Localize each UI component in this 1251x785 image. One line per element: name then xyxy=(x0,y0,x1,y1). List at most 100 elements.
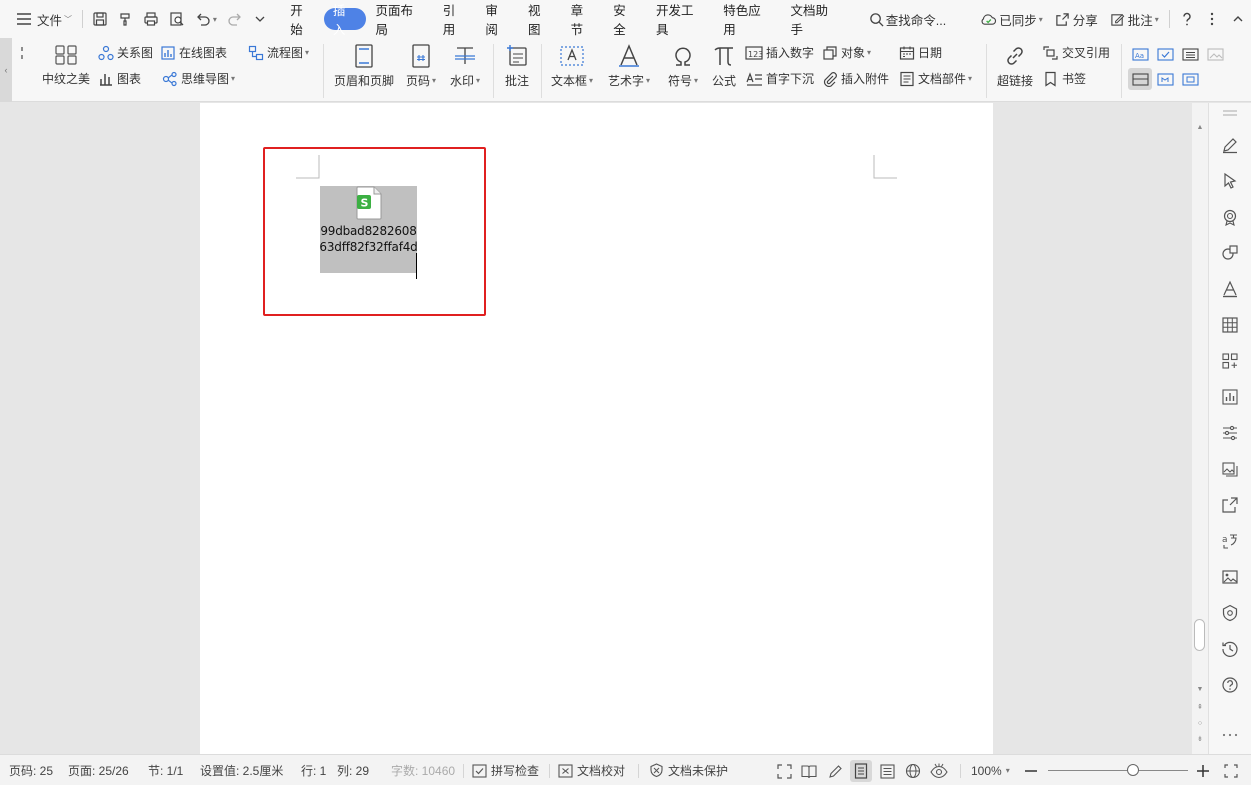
print-preview-button[interactable] xyxy=(164,7,190,31)
tab-5[interactable]: 视图 xyxy=(519,4,562,37)
formula-button[interactable]: 公式 xyxy=(708,44,740,89)
watermark-button[interactable]: 水印 ▾ xyxy=(446,44,484,89)
format-painter-button[interactable] xyxy=(113,7,139,31)
textbox-button[interactable]: 文本框 ▾ xyxy=(548,44,596,89)
content-control-text-button[interactable]: Aa xyxy=(1130,44,1150,64)
status-row[interactable]: 行: 1 xyxy=(301,755,326,785)
zoom-slider[interactable] xyxy=(1048,770,1188,771)
mindmap-button[interactable]: 思维导图 ▾ xyxy=(162,70,235,87)
more-options-button[interactable] xyxy=(1200,7,1226,31)
document-protection-button[interactable]: 文档未保护 xyxy=(649,755,728,785)
web-view-button[interactable] xyxy=(902,760,924,782)
dropcap-button[interactable]: 首字下沉 xyxy=(745,70,814,87)
page-number-button[interactable]: 页码 ▾ xyxy=(402,44,440,89)
status-page-number[interactable]: 页码: 25 xyxy=(9,755,53,785)
sidebar-material-button[interactable] xyxy=(1220,459,1240,479)
status-column[interactable]: 列: 29 xyxy=(337,755,369,785)
content-control-combo-button[interactable] xyxy=(1128,68,1152,90)
zoom-level-dropdown[interactable]: 100% ▾ xyxy=(971,755,1010,785)
embedded-attachment[interactable]: S 99dbad8282608 63dff82f32ffaf4d xyxy=(319,186,418,273)
document-page[interactable]: S 99dbad8282608 63dff82f32ffaf4d xyxy=(200,103,993,754)
symbol-button[interactable]: 符号 ▾ xyxy=(664,44,702,89)
tab-8[interactable]: 开发工具 xyxy=(647,4,714,37)
sync-status-button[interactable]: 已同步 ▾ xyxy=(974,7,1049,31)
customize-toolbar-button[interactable] xyxy=(247,7,273,31)
save-button[interactable] xyxy=(87,7,113,31)
status-word-count[interactable]: 字数: 10460 xyxy=(391,755,455,785)
hyperlink-button[interactable]: 超链接 xyxy=(994,44,1036,89)
zoom-in-button[interactable] xyxy=(1192,760,1214,782)
sidebar-more-button[interactable] xyxy=(1220,725,1240,745)
status-pages[interactable]: 页面: 25/26 xyxy=(68,755,129,785)
sidebar-badge-button[interactable] xyxy=(1220,207,1240,227)
page-view-button[interactable] xyxy=(850,760,872,782)
fullscreen-button[interactable] xyxy=(773,760,795,782)
write-mode-button[interactable] xyxy=(824,760,846,782)
vertical-scrollbar[interactable]: ▲ ▼ ⇞ ○ ⇟ xyxy=(1192,103,1208,754)
tab-9[interactable]: 特色应用 xyxy=(714,4,781,37)
tab-6[interactable]: 章节 xyxy=(562,4,605,37)
chart-button[interactable]: 图表 xyxy=(98,70,141,87)
content-control-checkbox-button[interactable] xyxy=(1155,44,1175,64)
scrollbar-thumb[interactable] xyxy=(1194,619,1205,651)
print-button[interactable] xyxy=(139,7,165,31)
search-command[interactable]: 查找命令... xyxy=(863,7,952,31)
tab-3[interactable]: 引用 xyxy=(434,4,477,37)
collapse-ribbon-button[interactable] xyxy=(1225,7,1251,31)
ribbon-hidden-item[interactable] xyxy=(14,44,36,66)
fit-window-button[interactable] xyxy=(1220,760,1242,782)
sidebar-security-button[interactable] xyxy=(1220,603,1240,623)
sidebar-select-button[interactable] xyxy=(1220,171,1240,191)
object-button[interactable]: 对象 ▾ xyxy=(822,44,871,61)
sidebar-drag-handle[interactable] xyxy=(1220,109,1240,117)
cross-reference-button[interactable]: 交叉引用 xyxy=(1042,44,1110,61)
sidebar-share-button[interactable] xyxy=(1220,495,1240,515)
sidebar-adjust-button[interactable] xyxy=(1220,423,1240,443)
scroll-down-button[interactable]: ▼ xyxy=(1192,683,1208,695)
flowchart-button[interactable]: 流程图 ▾ xyxy=(248,44,309,61)
status-section[interactable]: 节: 1/1 xyxy=(148,755,183,785)
next-page-button[interactable]: ⇟ xyxy=(1192,733,1208,745)
scroll-up-button[interactable]: ▲ xyxy=(1192,121,1208,133)
redo-button[interactable] xyxy=(222,7,248,31)
help-button[interactable] xyxy=(1174,7,1200,31)
date-button[interactable]: 日期 xyxy=(899,44,942,61)
undo-button[interactable]: ▾ xyxy=(190,7,222,31)
sidebar-chart-button[interactable] xyxy=(1220,387,1240,407)
online-chart-button[interactable]: 在线图表 xyxy=(160,44,227,61)
share-button[interactable]: 分享 xyxy=(1049,7,1104,31)
file-menu[interactable]: 文件 ﹀ xyxy=(10,7,78,31)
insert-attachment-button[interactable]: 插入附件 xyxy=(822,70,889,87)
spellcheck-button[interactable]: 拼写检查 xyxy=(472,755,539,785)
texture-button[interactable]: 中纹之美 xyxy=(36,44,96,87)
select-browse-object-button[interactable]: ○ xyxy=(1192,717,1208,729)
sidebar-apps-button[interactable] xyxy=(1220,351,1240,371)
tab-7[interactable]: 安全 xyxy=(604,4,647,37)
tab-0[interactable]: 开始 xyxy=(281,4,324,37)
zoom-out-button[interactable] xyxy=(1020,760,1042,782)
status-setting-value[interactable]: 设置值: 2.5厘米 xyxy=(200,755,283,785)
proofread-button[interactable]: 文档校对 xyxy=(558,755,625,785)
sidebar-history-button[interactable] xyxy=(1220,639,1240,659)
document-parts-button[interactable]: 文档部件 ▾ xyxy=(899,70,972,87)
content-control-group-button[interactable] xyxy=(1180,69,1200,89)
sidebar-table-button[interactable] xyxy=(1220,315,1240,335)
sidebar-image-button[interactable] xyxy=(1220,567,1240,587)
tab-1[interactable]: 插入 xyxy=(323,4,367,37)
sidebar-translate-button[interactable]: a xyxy=(1220,531,1240,551)
comment-menu-button[interactable]: 批注 ▾ xyxy=(1104,7,1165,31)
header-footer-button[interactable]: 页眉和页脚 xyxy=(332,44,396,89)
ribbon-scroll-left-button[interactable]: ‹ xyxy=(0,38,12,102)
sidebar-style-button[interactable] xyxy=(1220,279,1240,299)
relationship-diagram-button[interactable]: 关系图 xyxy=(98,44,153,61)
insert-number-button[interactable]: 123 插入数字 xyxy=(745,44,814,61)
comment-button[interactable]: 批注 xyxy=(500,44,534,89)
wordart-button[interactable]: 艺术字 ▾ xyxy=(604,44,654,89)
sidebar-edit-button[interactable] xyxy=(1220,135,1240,155)
sidebar-shapes-button[interactable] xyxy=(1220,243,1240,263)
tab-2[interactable]: 页面布局 xyxy=(366,4,433,37)
tab-4[interactable]: 审阅 xyxy=(476,4,519,37)
tab-10[interactable]: 文档助手 xyxy=(781,4,848,37)
content-control-picture-button[interactable] xyxy=(1205,44,1225,64)
content-control-list-button[interactable] xyxy=(1180,44,1200,64)
